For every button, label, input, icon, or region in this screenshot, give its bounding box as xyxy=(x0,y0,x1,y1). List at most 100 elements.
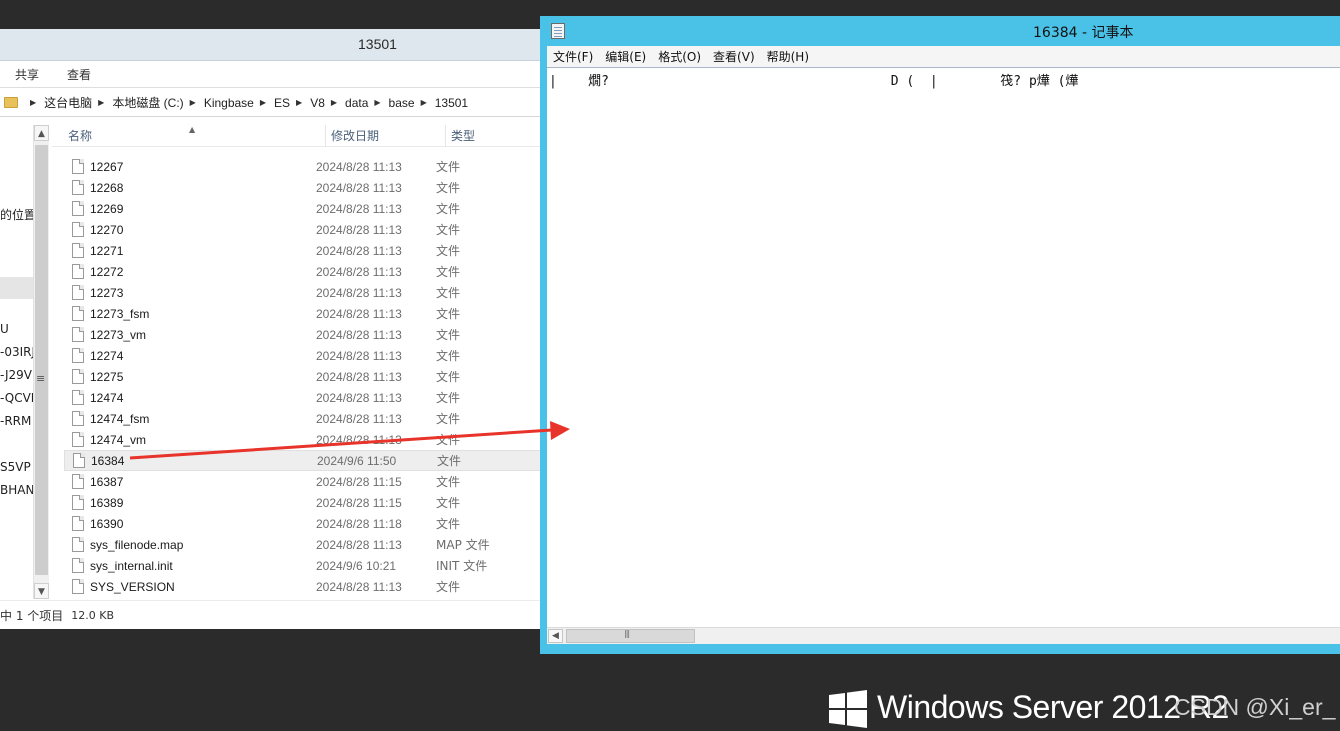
navigation-pane: 的位置 U -03IRJ -J29VI -QCVF -RRM S5VP BHAN… xyxy=(0,118,50,600)
notepad-icon[interactable] xyxy=(551,23,565,39)
file-row[interactable]: 12272 2024/8/28 11:13 文件 xyxy=(64,261,545,282)
file-row[interactable]: 12271 2024/8/28 11:13 文件 xyxy=(64,240,545,261)
chevron-right-icon[interactable]: ▶ xyxy=(296,98,302,107)
nav-item[interactable]: -03IRJ xyxy=(0,345,33,359)
file-icon xyxy=(72,327,84,342)
column-header-name[interactable]: ▲ 名称 xyxy=(52,125,326,146)
file-row[interactable]: 16387 2024/8/28 11:15 文件 xyxy=(64,471,545,492)
file-name: 12273_fsm xyxy=(90,306,150,321)
nav-selected-highlight xyxy=(0,277,33,299)
column-header-date[interactable]: 修改日期 xyxy=(326,125,446,146)
explorer-titlebar[interactable]: 13501 xyxy=(0,29,544,61)
file-row[interactable]: 12474 2024/8/28 11:13 文件 xyxy=(64,387,545,408)
file-name: 12271 xyxy=(90,243,124,258)
file-row[interactable]: 12270 2024/8/28 11:13 文件 xyxy=(64,219,545,240)
address-bar[interactable]: ▶ 这台电脑 ▶ 本地磁盘 (C:) ▶ Kingbase ▶ ES ▶ V8 … xyxy=(0,89,545,117)
notepad-titlebar[interactable]: 16384 - 记事本 xyxy=(540,16,1340,46)
file-icon xyxy=(72,306,84,321)
file-row[interactable]: 12267 2024/8/28 11:13 文件 xyxy=(64,156,545,177)
file-type: 文件 xyxy=(436,580,461,594)
file-row[interactable]: sys_filenode.map 2024/8/28 11:13 MAP 文件 xyxy=(64,534,545,555)
notepad-text-area[interactable]: | 燗? D ( | 筏? p燁 (燁 xyxy=(547,67,1340,627)
file-type: 文件 xyxy=(436,244,461,258)
file-row[interactable]: 12273 2024/8/28 11:13 文件 xyxy=(64,282,545,303)
file-row[interactable]: 12274 2024/8/28 11:13 文件 xyxy=(64,345,545,366)
menu-edit[interactable]: 编辑(E) xyxy=(599,48,652,65)
chevron-right-icon[interactable]: ▶ xyxy=(190,98,196,107)
ribbon-tab-view[interactable]: 查看 xyxy=(67,66,91,83)
file-row[interactable]: 12273_vm 2024/8/28 11:13 文件 xyxy=(64,324,545,345)
nav-item[interactable]: 的位置 xyxy=(0,206,33,223)
menu-help[interactable]: 帮助(H) xyxy=(761,48,815,65)
chevron-right-icon[interactable]: ▶ xyxy=(30,98,36,107)
file-icon xyxy=(72,537,84,552)
file-date: 2024/8/28 11:13 xyxy=(316,243,402,258)
horizontal-scrollbar[interactable]: ◀ xyxy=(547,627,1340,644)
notepad-title: 16384 - 记事本 xyxy=(1033,25,1134,41)
file-row[interactable]: 16390 2024/8/28 11:18 文件 xyxy=(64,513,545,534)
chevron-right-icon[interactable]: ▶ xyxy=(331,98,337,107)
file-icon xyxy=(72,474,84,489)
file-name: 12272 xyxy=(90,264,124,279)
nav-item[interactable]: -RRM xyxy=(0,414,33,428)
nav-item[interactable]: -J29VI xyxy=(0,368,33,382)
breadcrumb-base[interactable]: base xyxy=(389,96,415,110)
file-row[interactable]: 12474_vm 2024/8/28 11:13 文件 xyxy=(64,429,545,450)
file-row[interactable]: SYS_VERSION 2024/8/28 11:13 文件 xyxy=(64,576,545,597)
file-type: 文件 xyxy=(436,475,461,489)
file-icon xyxy=(72,348,84,363)
file-date: 2024/8/28 11:13 xyxy=(316,222,402,237)
status-selected-count: 中 1 个项目 xyxy=(0,608,64,623)
file-type: 文件 xyxy=(436,412,461,426)
ribbon-tab-share[interactable]: 共享 xyxy=(15,66,39,83)
nav-scrollbar[interactable]: ▲ ≡ ▼ xyxy=(33,125,49,599)
breadcrumb-this-pc[interactable]: 这台电脑 xyxy=(44,94,92,111)
nav-item[interactable]: -QCVF xyxy=(0,391,33,405)
nav-scroll-thumb[interactable] xyxy=(35,145,48,575)
chevron-right-icon[interactable]: ▶ xyxy=(260,98,266,107)
file-name: 16390 xyxy=(90,516,124,531)
file-name: 12474_fsm xyxy=(90,411,150,426)
file-icon xyxy=(72,222,84,237)
column-name-label: 名称 xyxy=(68,129,93,143)
file-row[interactable]: 12273_fsm 2024/8/28 11:13 文件 xyxy=(64,303,545,324)
breadcrumb-13501[interactable]: 13501 xyxy=(435,96,468,110)
breadcrumb-local-disk[interactable]: 本地磁盘 (C:) xyxy=(112,94,183,111)
file-row[interactable]: 16384 2024/9/6 11:50 文件 xyxy=(64,450,545,471)
nav-item[interactable]: U xyxy=(0,322,33,336)
file-row[interactable]: 16389 2024/8/28 11:15 文件 xyxy=(64,492,545,513)
file-row[interactable]: 12268 2024/8/28 11:13 文件 xyxy=(64,177,545,198)
chevron-right-icon[interactable]: ▶ xyxy=(421,98,427,107)
chevron-right-icon[interactable]: ▶ xyxy=(98,98,104,107)
notepad-menubar: 文件(F) 编辑(E) 格式(O) 查看(V) 帮助(H) xyxy=(547,46,1340,67)
file-row[interactable]: 12269 2024/8/28 11:13 文件 xyxy=(64,198,545,219)
breadcrumb-kingbase[interactable]: Kingbase xyxy=(204,96,254,110)
horizontal-scroll-thumb[interactable] xyxy=(566,629,695,643)
file-date: 2024/8/28 11:13 xyxy=(316,306,402,321)
chevron-up-icon[interactable]: ▲ xyxy=(34,125,49,141)
file-row[interactable]: 12474_fsm 2024/8/28 11:13 文件 xyxy=(64,408,545,429)
file-row[interactable]: 12275 2024/8/28 11:13 文件 xyxy=(64,366,545,387)
breadcrumb-v8[interactable]: V8 xyxy=(310,96,325,110)
file-name: SYS_VERSION xyxy=(90,579,175,594)
file-date: 2024/8/28 11:13 xyxy=(316,159,402,174)
file-date: 2024/8/28 11:13 xyxy=(316,537,402,552)
chevron-left-icon[interactable]: ◀ xyxy=(548,629,563,643)
menu-format[interactable]: 格式(O) xyxy=(652,48,707,65)
file-row[interactable]: sys_internal.init 2024/9/6 10:21 INIT 文件 xyxy=(64,555,545,576)
breadcrumb-es[interactable]: ES xyxy=(274,96,290,110)
file-date: 2024/8/28 11:13 xyxy=(316,180,402,195)
file-name: 12274 xyxy=(90,348,124,363)
file-icon xyxy=(72,432,84,447)
chevron-right-icon[interactable]: ▶ xyxy=(374,98,380,107)
menu-file[interactable]: 文件(F) xyxy=(547,48,599,65)
file-icon xyxy=(72,243,84,258)
column-header-type[interactable]: 类型 xyxy=(446,125,545,146)
file-icon xyxy=(72,159,84,174)
menu-view[interactable]: 查看(V) xyxy=(707,48,761,65)
nav-item[interactable]: S5VP xyxy=(0,460,33,474)
file-icon xyxy=(72,579,84,594)
breadcrumb-data[interactable]: data xyxy=(345,96,368,110)
nav-item[interactable]: BHAN xyxy=(0,483,33,497)
chevron-down-icon[interactable]: ▼ xyxy=(34,583,49,599)
